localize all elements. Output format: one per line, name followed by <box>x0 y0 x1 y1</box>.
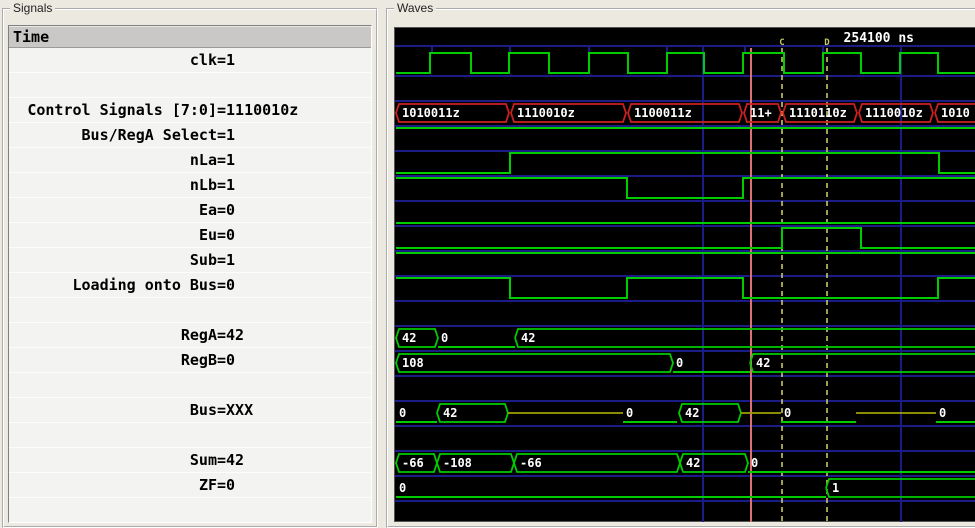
signals-panel: Signals Time clk =1 Control Signals [7:0] =… <box>2 1 378 528</box>
signal-value: =0 <box>217 276 236 294</box>
signals-panel-title: Signals <box>10 1 56 15</box>
waveform-svg[interactable]: 254100 nsC D1010011z 1110010z 1100011z 11+ 11… <box>395 28 975 522</box>
signal-name: nLb <box>189 176 217 194</box>
signal-row-sub[interactable]: Sub =1 <box>9 248 371 273</box>
wave-nla <box>396 152 975 174</box>
bus-segment-regb <box>395 353 674 373</box>
signal-value: =1 <box>217 176 236 194</box>
signal-row-regb[interactable]: RegB =0 <box>9 348 371 373</box>
signal-name: RegB <box>180 351 217 369</box>
signal-row-control-signals-7-0[interactable]: Control Signals [7:0] =1110010z <box>9 98 371 123</box>
signal-row-blank[interactable] <box>9 298 371 323</box>
signal-row-blank[interactable] <box>9 498 371 522</box>
signal-value: =0 <box>217 351 236 369</box>
bus-value-label: 1010 <box>941 106 970 120</box>
signal-row-loading-onto-bus[interactable]: Loading onto Bus =0 <box>9 273 371 298</box>
signal-value: =1110010z <box>217 101 299 119</box>
signal-row-blank[interactable] <box>9 423 371 448</box>
wave-nlb <box>396 177 975 199</box>
signal-name: RegA <box>180 326 217 344</box>
signal-row-nlb[interactable]: nLb =1 <box>9 173 371 198</box>
signal-list[interactable]: Time clk =1 Control Signals [7:0] =1110010z… <box>8 25 372 523</box>
marker-label-d: D <box>824 38 830 48</box>
wave-loading-onto-bus <box>396 277 975 299</box>
signal-row-sum[interactable]: Sum =42 <box>9 448 371 473</box>
signal-row-blank[interactable] <box>9 73 371 98</box>
bus-value-label: -66 <box>520 456 542 470</box>
wave-area[interactable]: 254100 ns C D 1010011z 1110010z 1100011z 11+ 11… <box>394 27 975 522</box>
signal-value: =1 <box>217 151 236 169</box>
signal-name: Control Signals [7:0] <box>27 101 217 119</box>
signal-rows: clk =1 Control Signals [7:0] =1110010z Bus/R… <box>9 48 371 522</box>
bus-value-label: 1 <box>832 481 839 495</box>
bus-value-label: -66 <box>402 456 424 470</box>
signal-name: ZF <box>198 476 217 494</box>
bus-value-label: 0 <box>751 456 758 470</box>
signal-name: clk <box>189 51 217 69</box>
bus-value-label: 1110110z <box>789 106 847 120</box>
signal-name: Bus/RegA Select <box>81 126 217 144</box>
signal-name: Loading onto Bus <box>72 276 218 294</box>
bus-value-label: 1110010z <box>517 106 575 120</box>
wave-eu <box>396 227 975 249</box>
bus-value-label: 1110010z <box>865 106 923 120</box>
bus-value-label: 42 <box>685 406 699 420</box>
signal-value: =0 <box>217 226 236 244</box>
signal-name: Eu <box>198 226 217 244</box>
bus-segment-rega <box>514 328 975 348</box>
bus-value-label: 1100011z <box>634 106 692 120</box>
signal-row-bus-rega-select[interactable]: Bus/RegA Select =1 <box>9 123 371 148</box>
signal-row-bus[interactable]: Bus =XXX <box>9 398 371 423</box>
bus-value-label: 0 <box>399 481 406 495</box>
signal-name: Bus <box>189 401 217 419</box>
signal-value: =1 <box>217 126 236 144</box>
signal-value: =1 <box>217 51 236 69</box>
bus-value-label: 42 <box>686 456 700 470</box>
signal-name: Sub <box>189 251 217 269</box>
signal-name: Ea <box>198 201 217 219</box>
signal-name <box>9 73 217 97</box>
marker-label-c: C <box>779 38 784 48</box>
waves-panel: Waves 254100 ns C D 1010011z 1110010z 1100011… <box>386 1 975 528</box>
bus-value-label: 0 <box>441 331 448 345</box>
signal-value: =42 <box>217 326 245 344</box>
signal-row-ea[interactable]: Ea =0 <box>9 198 371 223</box>
signal-row-blank[interactable] <box>9 373 371 398</box>
timeline-time-label: 254100 ns <box>844 31 914 46</box>
signal-value: =1 <box>217 251 236 269</box>
bus-value-label: 0 <box>399 406 406 420</box>
bus-value-label: 42 <box>521 331 535 345</box>
waves-panel-title: Waves <box>394 1 437 15</box>
signal-name: Sum <box>189 451 217 469</box>
signal-name <box>9 498 217 522</box>
signal-name <box>9 298 217 322</box>
signal-name: nLa <box>189 151 217 169</box>
signal-row-rega[interactable]: RegA =42 <box>9 323 371 348</box>
signal-row-clk[interactable]: clk =1 <box>9 48 371 73</box>
signal-value: =XXX <box>217 401 254 419</box>
signal-row-nla[interactable]: nLa =1 <box>9 148 371 173</box>
bus-value-label: 42 <box>443 406 457 420</box>
bus-value-label: 11+ <box>750 106 772 120</box>
signal-name <box>9 373 217 397</box>
bus-value-label: 0 <box>939 406 946 420</box>
signal-name <box>9 423 217 447</box>
signal-value: =42 <box>217 451 245 469</box>
bus-value-label: 42 <box>756 356 770 370</box>
bus-value-label: 108 <box>402 356 424 370</box>
bus-segment-regb <box>749 353 975 373</box>
wave-clk <box>396 52 975 74</box>
bus-value-label: 0 <box>676 356 683 370</box>
bus-value-label: 42 <box>402 331 416 345</box>
bus-value-label: 0 <box>784 406 791 420</box>
signal-row-eu[interactable]: Eu =0 <box>9 223 371 248</box>
bus-value-label: 0 <box>626 406 633 420</box>
bus-value-label: -108 <box>443 456 472 470</box>
bus-value-label: 1010011z <box>402 106 460 120</box>
time-header: Time <box>9 26 371 48</box>
signal-value: =0 <box>217 476 236 494</box>
signal-row-zf[interactable]: ZF =0 <box>9 473 371 498</box>
signal-value: =0 <box>217 201 236 219</box>
